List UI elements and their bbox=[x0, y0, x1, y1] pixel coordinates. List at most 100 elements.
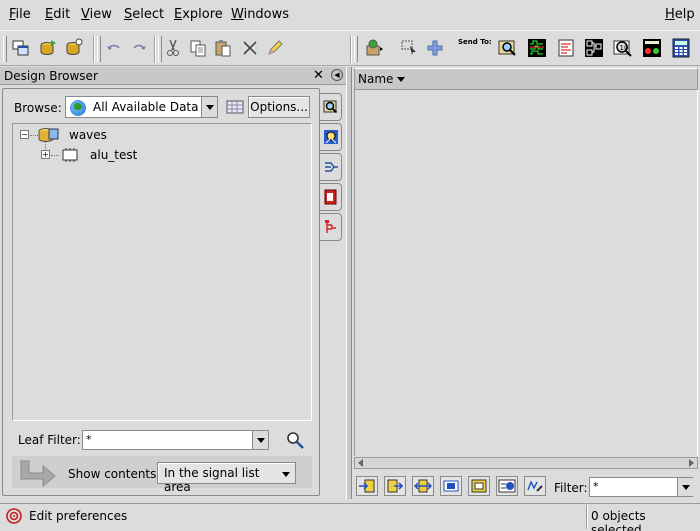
edit-button[interactable] bbox=[264, 37, 286, 59]
open-database-button[interactable] bbox=[37, 37, 59, 59]
show-internal-button[interactable] bbox=[440, 476, 462, 496]
menu-edit[interactable]: Edit bbox=[45, 7, 70, 22]
tab-source-files[interactable] bbox=[320, 183, 342, 211]
tab-design-browser[interactable] bbox=[320, 93, 342, 121]
chevron-down-icon[interactable] bbox=[252, 431, 268, 449]
menu-explore[interactable]: Explore bbox=[174, 7, 223, 22]
signal-flow-icon bbox=[324, 162, 338, 172]
show-inputs-button[interactable] bbox=[356, 476, 378, 496]
delete-x-icon bbox=[243, 41, 257, 55]
inout-port-icon bbox=[414, 479, 432, 493]
show-outputs-button[interactable] bbox=[384, 476, 406, 496]
close-database-button[interactable] bbox=[63, 37, 85, 59]
toolbar-separator bbox=[350, 35, 352, 63]
pencil-icon bbox=[268, 40, 283, 55]
show-contents-label: Show contents: bbox=[68, 467, 161, 481]
show-instances-button[interactable] bbox=[468, 476, 490, 496]
show-assertions-button[interactable] bbox=[524, 476, 546, 496]
tree-connector bbox=[51, 155, 59, 156]
arrow-right-icon bbox=[20, 460, 56, 487]
waveform-icon bbox=[528, 39, 546, 57]
design-browser-icon bbox=[498, 40, 516, 56]
chevron-down-icon[interactable] bbox=[677, 478, 693, 496]
tree-node-alu-test[interactable]: alu_test bbox=[90, 148, 137, 162]
browse-filter-button[interactable] bbox=[226, 99, 244, 115]
design-browser-icon bbox=[323, 100, 337, 114]
menu-bar: File Edit View Select Explore Windows He… bbox=[0, 0, 700, 30]
menu-view[interactable]: View bbox=[81, 7, 112, 22]
table-grid-icon bbox=[226, 100, 244, 114]
show-contents-dropdown[interactable]: In the signal list area bbox=[157, 462, 296, 494]
input-port-icon bbox=[359, 479, 375, 493]
send-to-schematic-button[interactable] bbox=[583, 37, 605, 59]
close-icon[interactable]: ✕ bbox=[313, 68, 324, 83]
horizontal-scrollbar[interactable] bbox=[354, 457, 698, 469]
instance-icon bbox=[471, 479, 487, 493]
tab-schematic-tracer[interactable] bbox=[320, 123, 342, 151]
search-icon bbox=[287, 432, 304, 449]
send-to-target-icon bbox=[366, 39, 383, 56]
plus-icon bbox=[427, 40, 443, 56]
browse-dropdown-value: All Available Data bbox=[93, 100, 199, 114]
paste-button[interactable] bbox=[212, 37, 234, 59]
filter-label: Filter: bbox=[554, 481, 588, 495]
show-variables-button[interactable] bbox=[496, 476, 518, 496]
send-to-target-button[interactable] bbox=[363, 37, 385, 59]
delete-button[interactable] bbox=[239, 37, 261, 59]
chevron-down-icon[interactable] bbox=[201, 97, 217, 117]
send-to-calculator-button[interactable] bbox=[670, 37, 692, 59]
options-button[interactable]: Options... bbox=[248, 96, 310, 118]
scroll-right-icon[interactable] bbox=[689, 459, 694, 467]
browse-dropdown[interactable]: All Available Data bbox=[65, 96, 218, 118]
hierarchy-icon bbox=[324, 220, 336, 233]
show-inouts-button[interactable] bbox=[412, 476, 434, 496]
select-cursor-button[interactable] bbox=[398, 37, 420, 59]
send-to-waveform-button[interactable] bbox=[526, 37, 548, 59]
tree-expand-toggle[interactable]: + bbox=[41, 150, 50, 159]
tree-collapse-toggle[interactable]: − bbox=[20, 130, 29, 139]
design-tree[interactable] bbox=[12, 123, 312, 421]
undock-icon[interactable]: ◀ bbox=[331, 69, 343, 81]
signal-list-area[interactable] bbox=[354, 90, 698, 456]
tracer-icon bbox=[323, 130, 338, 144]
menu-help[interactable]: Help bbox=[665, 7, 695, 22]
assertion-icon bbox=[527, 480, 543, 492]
copy-button[interactable] bbox=[187, 37, 209, 59]
send-to-label: Send To: bbox=[458, 38, 492, 46]
leaf-filter-input[interactable]: * bbox=[82, 430, 269, 450]
toolbar-grip[interactable] bbox=[97, 36, 101, 62]
undo-button[interactable] bbox=[103, 37, 125, 59]
name-column-header[interactable]: Name bbox=[358, 72, 405, 86]
tree-node-waves[interactable]: waves bbox=[69, 128, 107, 142]
send-to-state-diagram-button[interactable] bbox=[641, 37, 663, 59]
source-file-icon bbox=[324, 189, 336, 205]
menu-select[interactable]: Select bbox=[124, 7, 164, 22]
redo-button[interactable] bbox=[128, 37, 150, 59]
tab-signal-flow[interactable] bbox=[320, 153, 342, 181]
menu-file[interactable]: File bbox=[9, 7, 31, 22]
send-to-design-browser-button[interactable] bbox=[497, 37, 519, 59]
menu-windows[interactable]: Windows bbox=[231, 7, 289, 22]
scissors-icon bbox=[167, 39, 179, 56]
add-button[interactable] bbox=[424, 37, 446, 59]
module-chip-icon bbox=[62, 148, 78, 162]
toolbar-separator bbox=[93, 35, 95, 63]
send-to-watch-button[interactable]: 10 bbox=[612, 37, 634, 59]
scroll-left-icon[interactable] bbox=[358, 459, 363, 467]
cut-button[interactable] bbox=[162, 37, 184, 59]
status-message: Edit preferences bbox=[29, 509, 128, 523]
leaf-filter-search-button[interactable] bbox=[285, 430, 305, 450]
tab-hierarchy[interactable] bbox=[320, 213, 342, 241]
panel-splitter[interactable] bbox=[346, 67, 352, 499]
schematic-icon bbox=[585, 39, 603, 57]
undo-icon bbox=[107, 44, 120, 50]
toolbar-grip[interactable] bbox=[3, 36, 7, 62]
new-window-button[interactable] bbox=[10, 37, 32, 59]
toolbar-grip[interactable] bbox=[354, 36, 358, 62]
variable-icon bbox=[498, 479, 516, 493]
database-open-icon bbox=[40, 40, 56, 56]
signal-list-header bbox=[354, 68, 698, 90]
windows-icon bbox=[12, 40, 29, 56]
calculator-icon bbox=[672, 38, 690, 58]
send-to-source-browser-button[interactable] bbox=[555, 37, 577, 59]
